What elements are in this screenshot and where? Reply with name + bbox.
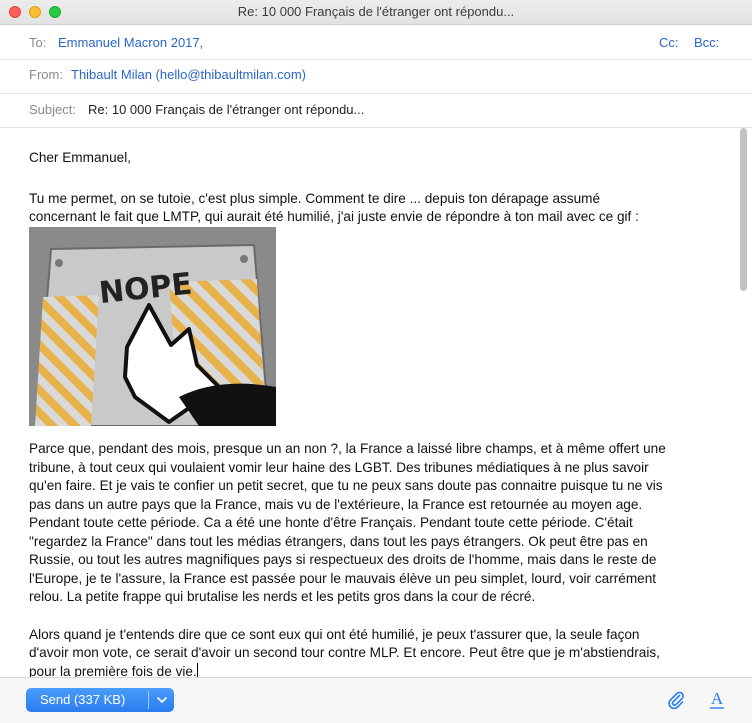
window-title: Re: 10 000 Français de l'étranger ont ré… bbox=[237, 4, 515, 19]
greeting-text: Cher Emmanuel, bbox=[29, 150, 131, 165]
paragraph-line: relou. La petite frappe qui brutalise le… bbox=[29, 589, 536, 604]
paragraph-line: tribune, à tout ceux qui voulaient vomir… bbox=[29, 459, 649, 475]
message-body-continued[interactable]: Parce que, pendant des mois, presque un … bbox=[29, 440, 729, 681]
from-account-select[interactable]: Thibault Milan (hello@thibaultmilan.com) bbox=[71, 67, 306, 82]
format-text-icon[interactable]: A bbox=[708, 689, 726, 711]
to-field-row: To: Emmanuel Macron 2017, Cc: Bcc: bbox=[0, 26, 752, 60]
paragraph-line: Alors quand je t'entends dire que ce son… bbox=[29, 626, 640, 642]
paragraph-line: pas dans un autre pays que la France, ma… bbox=[29, 496, 643, 512]
send-button[interactable]: Send (337 KB) bbox=[26, 688, 174, 712]
paragraph-line: qu'en faire. Et je vais te confier un pe… bbox=[29, 478, 663, 493]
nope-gif-image: NOPE bbox=[29, 227, 276, 426]
from-field-row: From: Thibault Milan (hello@thibaultmila… bbox=[0, 60, 752, 94]
cc-button[interactable]: Cc: bbox=[659, 35, 679, 50]
bcc-button[interactable]: Bcc: bbox=[694, 35, 719, 50]
svg-text:A: A bbox=[711, 689, 724, 708]
subject-field-row: Subject: Re: 10 000 Français de l'étrang… bbox=[0, 95, 752, 128]
paragraph-line: Tu me permet, on se tutoie, c'est plus s… bbox=[29, 190, 601, 206]
paperclip-icon[interactable] bbox=[666, 690, 686, 710]
from-label: From: bbox=[29, 67, 63, 82]
title-bar: Re: 10 000 Français de l'étranger ont ré… bbox=[0, 0, 752, 25]
send-button-label: Send (337 KB) bbox=[40, 692, 126, 707]
compose-footer: Send (337 KB) A bbox=[0, 677, 752, 723]
chevron-down-icon[interactable] bbox=[154, 692, 170, 708]
subject-label: Subject: bbox=[29, 102, 76, 117]
text-cursor bbox=[196, 662, 198, 678]
paragraph-line: Russie, ou tout les autres magnifiques p… bbox=[29, 552, 657, 567]
to-recipient-token[interactable]: Emmanuel Macron 2017, bbox=[58, 35, 203, 50]
subject-input[interactable]: Re: 10 000 Français de l'étranger ont ré… bbox=[88, 102, 364, 117]
paragraph-line: Parce que, pendant des mois, presque un … bbox=[29, 441, 666, 456]
to-label: To: bbox=[29, 35, 47, 50]
scrollbar-thumb[interactable] bbox=[740, 128, 747, 291]
nope-gif-drawing: NOPE bbox=[29, 227, 276, 426]
paragraph-line: l'Europe, je te l'assure, la France est … bbox=[29, 570, 657, 586]
paragraph-line: Pendant toute cette période. Ca a été un… bbox=[29, 515, 633, 530]
paragraph-line: concernant le fait que LMTP, qui aurait … bbox=[29, 209, 639, 224]
paragraph-line: d'avoir mon vote, ce serait d'avoir un s… bbox=[29, 645, 660, 660]
send-button-divider bbox=[148, 691, 149, 709]
paragraph-line: "regardez la France" dans tout les média… bbox=[29, 533, 648, 549]
message-body[interactable]: Cher Emmanuel, Tu me permet, on se tutoi… bbox=[29, 149, 729, 227]
vertical-scrollbar[interactable] bbox=[739, 128, 749, 676]
